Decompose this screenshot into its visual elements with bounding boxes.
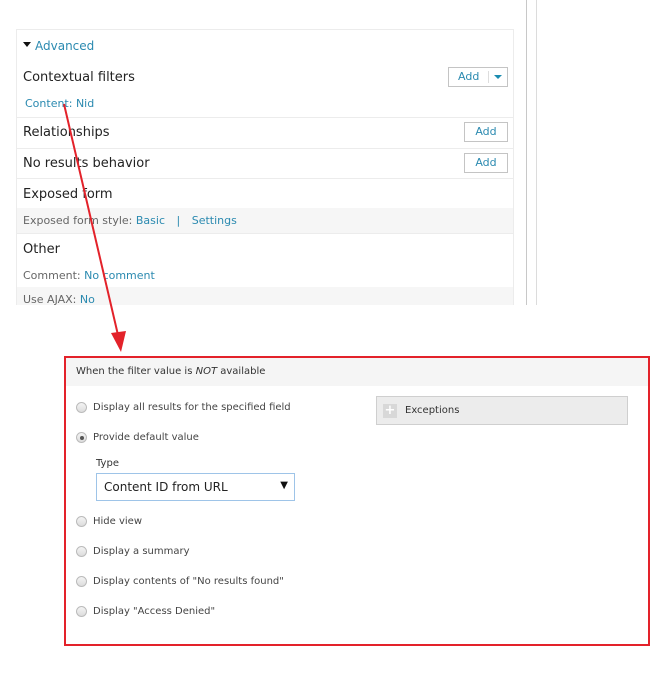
annotation-arrow [63,103,126,352]
arrow-head-icon [111,331,126,352]
arrow-line [63,103,119,336]
